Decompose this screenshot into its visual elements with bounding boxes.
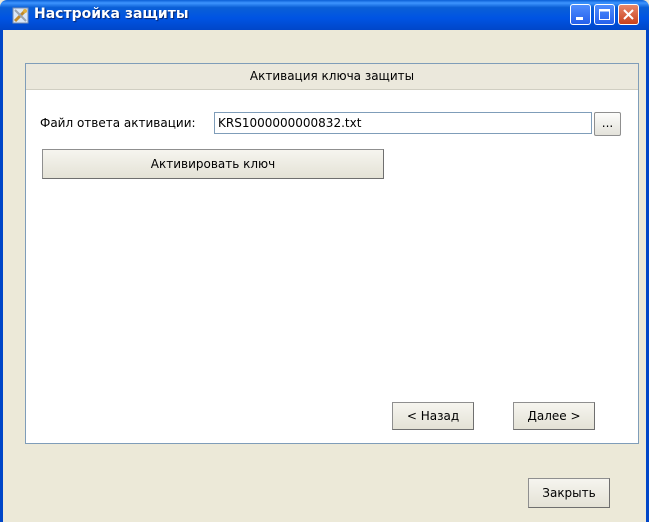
close-icon <box>623 9 634 20</box>
file-label: Файл ответа активации: <box>40 116 196 130</box>
activate-key-button[interactable]: Активировать ключ <box>42 149 384 179</box>
minimize-icon <box>576 17 583 20</box>
next-button[interactable]: Далее > <box>513 402 595 430</box>
window-title: Настройка защиты <box>34 6 189 22</box>
maximize-icon <box>599 9 610 20</box>
close-button[interactable]: Закрыть <box>528 478 610 508</box>
close-window-button[interactable] <box>618 4 639 25</box>
activation-file-input[interactable] <box>214 112 592 134</box>
window-frame-left <box>0 30 3 522</box>
minimize-button[interactable] <box>570 4 591 25</box>
panel-header: Активация ключа защиты <box>26 64 638 90</box>
maximize-button[interactable] <box>594 4 615 25</box>
tools-icon <box>12 7 29 24</box>
back-button[interactable]: < Назад <box>392 402 474 430</box>
browse-button[interactable]: ... <box>594 112 621 136</box>
title-bar[interactable]: Настройка защиты <box>0 0 649 30</box>
activation-panel: Активация ключа защиты Файл ответа актив… <box>25 63 639 444</box>
